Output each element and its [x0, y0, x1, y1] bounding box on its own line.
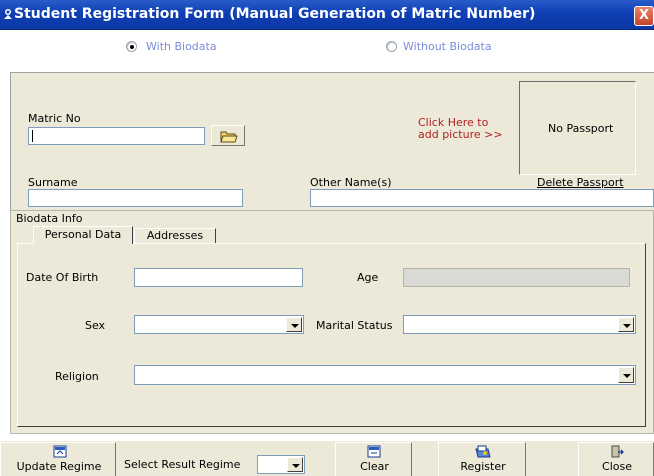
add-picture-link-line2[interactable]: add picture >> — [418, 128, 503, 141]
tab-addresses[interactable]: Addresses — [134, 228, 216, 244]
other-names-label: Other Name(s) — [310, 176, 392, 189]
age-field — [403, 268, 630, 287]
close-icon — [611, 445, 624, 458]
sex-dropdown-button[interactable] — [286, 317, 302, 332]
religion-select[interactable] — [134, 365, 636, 385]
matric-no-label: Matric No — [28, 112, 81, 125]
title-bar[interactable]: Student Registration Form (Manual Genera… — [0, 0, 654, 30]
delete-passport-button[interactable]: Delete Passport — [537, 176, 624, 189]
clear-icon — [367, 445, 381, 458]
dob-label: Date Of Birth — [26, 271, 99, 284]
other-names-input[interactable] — [310, 189, 654, 207]
with-biodata-radio[interactable] — [126, 41, 137, 52]
result-regime-dropdown-button[interactable] — [287, 457, 303, 472]
dob-input[interactable] — [134, 268, 303, 287]
register-icon — [475, 445, 491, 458]
close-button[interactable]: Close — [578, 442, 654, 476]
sex-label: Sex — [85, 319, 106, 332]
age-label: Age — [357, 271, 379, 284]
passport-photo-box[interactable]: No Passport — [519, 81, 636, 175]
clear-button[interactable]: Clear — [335, 442, 412, 476]
register-button[interactable]: Register — [438, 442, 526, 476]
window-close-button[interactable]: X — [634, 6, 654, 26]
biodata-group-label: Biodata Info — [14, 212, 85, 225]
select-result-regime-label: Select Result Regime — [124, 458, 241, 471]
without-biodata-label[interactable]: Without Biodata — [403, 40, 492, 53]
matric-no-input[interactable] — [28, 127, 205, 145]
without-biodata-radio[interactable] — [386, 41, 397, 52]
tab-personal-data[interactable]: Personal Data — [33, 226, 133, 244]
window-title: Student Registration Form (Manual Genera… — [14, 6, 536, 22]
update-icon — [53, 445, 67, 458]
surname-input[interactable] — [28, 189, 243, 207]
religion-label: Religion — [55, 370, 99, 383]
marital-status-select[interactable] — [403, 315, 636, 334]
with-biodata-label[interactable]: With Biodata — [146, 40, 217, 53]
surname-label: Surname — [28, 176, 78, 189]
open-folder-icon — [220, 131, 238, 143]
result-regime-select[interactable] — [257, 455, 305, 474]
update-regime-button[interactable]: Update Regime — [0, 442, 116, 476]
marital-dropdown-button[interactable] — [618, 317, 634, 332]
marital-status-label: Marital Status — [316, 319, 393, 332]
religion-dropdown-button[interactable] — [618, 367, 634, 383]
no-passport-text: No Passport — [548, 122, 614, 135]
browse-matric-button[interactable] — [211, 125, 245, 146]
sex-select[interactable] — [134, 315, 304, 334]
